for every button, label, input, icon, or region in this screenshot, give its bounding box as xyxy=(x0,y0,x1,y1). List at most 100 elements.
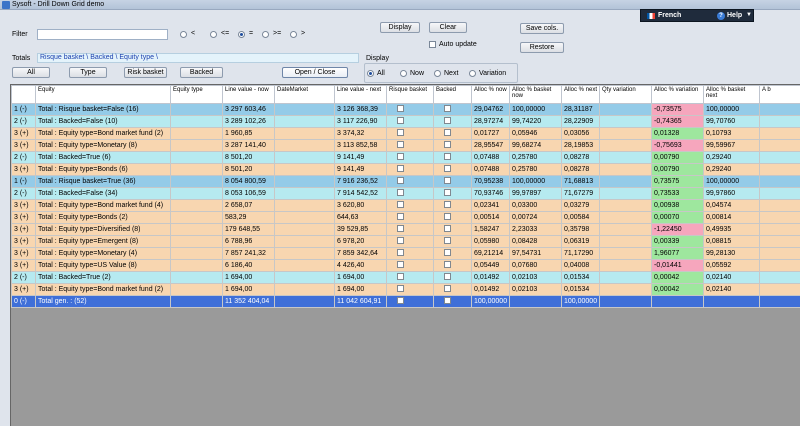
backed-checkbox-cell[interactable] xyxy=(433,283,472,296)
table-row[interactable]: 0 (-) Total gen. : (52) 11 352 404,04 11 04… xyxy=(11,295,800,308)
risk-basket-checkbox-cell[interactable] xyxy=(386,271,434,284)
backed-checkbox-cell[interactable] xyxy=(433,259,472,272)
risk-basket-checkbox-cell[interactable] xyxy=(386,127,434,140)
backed-checkbox-cell[interactable] xyxy=(433,175,472,188)
checkbox[interactable] xyxy=(397,177,404,185)
table-row[interactable]: 3 (+) Total : Equity type=Bonds (2) 583,29… xyxy=(11,211,800,224)
expand-toggle[interactable]: 3 (+) xyxy=(11,283,36,296)
checkbox[interactable] xyxy=(444,153,451,161)
backed-checkbox-cell[interactable] xyxy=(433,163,472,176)
expand-toggle[interactable]: 3 (+) xyxy=(11,139,36,152)
risk-basket-checkbox-cell[interactable] xyxy=(386,115,434,128)
backed-checkbox-cell[interactable] xyxy=(433,187,472,200)
display-variation-radio[interactable] xyxy=(469,70,476,77)
table-row[interactable]: 3 (+) Total : Equity type=Bond market fun… xyxy=(11,199,800,212)
table-row[interactable]: 2 (-) Total : Backed=True (2) 1 694,00 1 69… xyxy=(11,271,800,284)
column-header-6[interactable]: Risque basket xyxy=(386,85,434,104)
checkbox[interactable] xyxy=(397,285,404,293)
checkbox[interactable] xyxy=(444,201,451,209)
checkbox[interactable] xyxy=(397,165,404,173)
totals-field[interactable]: Risque basket \ Backed \ Equity type \ xyxy=(37,53,359,63)
expand-toggle[interactable]: 2 (-) xyxy=(11,271,36,284)
column-header-4[interactable]: DateMarket xyxy=(274,85,335,104)
table-row[interactable]: 3 (+) Total : Equity type=Monetary (4) 7 8… xyxy=(11,247,800,260)
checkbox[interactable] xyxy=(444,129,451,137)
risk-basket-button[interactable]: Risk basket xyxy=(124,67,167,78)
expand-toggle[interactable]: 2 (-) xyxy=(11,151,36,164)
checkbox[interactable] xyxy=(397,189,404,197)
checkbox[interactable] xyxy=(444,285,451,293)
display-button[interactable]: Display xyxy=(380,22,420,33)
expand-toggle[interactable]: 1 (-) xyxy=(11,175,36,188)
table-row[interactable]: 3 (+) Total : Equity type=Bond market fun… xyxy=(11,283,800,296)
checkbox[interactable] xyxy=(444,117,451,125)
expand-toggle[interactable]: 3 (+) xyxy=(11,259,36,272)
risk-basket-checkbox-cell[interactable] xyxy=(386,163,434,176)
expand-toggle[interactable]: 3 (+) xyxy=(11,127,36,140)
table-row[interactable]: 2 (-) Total : Backed=False (34) 8 053 106,… xyxy=(11,187,800,200)
checkbox[interactable] xyxy=(444,225,451,233)
table-row[interactable]: 2 (-) Total : Backed=True (6) 8 501,20 9 14… xyxy=(11,151,800,164)
checkbox[interactable] xyxy=(444,261,451,269)
checkbox[interactable] xyxy=(397,117,404,125)
risk-basket-checkbox-cell[interactable] xyxy=(386,295,434,308)
operator-eq-radio[interactable] xyxy=(238,31,245,38)
expand-toggle[interactable]: 3 (+) xyxy=(11,247,36,260)
column-header-0[interactable] xyxy=(11,85,36,104)
risk-basket-checkbox-cell[interactable] xyxy=(386,139,434,152)
column-header-1[interactable]: Equity xyxy=(35,85,171,104)
display-all-radio[interactable] xyxy=(367,70,374,77)
column-header-14[interactable]: A b xyxy=(759,85,800,104)
table-row[interactable]: 3 (+) Total : Equity type=Bonds (6) 8 501,… xyxy=(11,163,800,176)
table-row[interactable]: 1 (-) Total : Risque basket=True (36) 8 05… xyxy=(11,175,800,188)
table-row[interactable]: 3 (+) Total : Equity type=Monetary (8) 3 2… xyxy=(11,139,800,152)
chevron-down-icon[interactable]: ▼ xyxy=(746,12,752,18)
filter-input[interactable] xyxy=(37,29,168,40)
expand-toggle[interactable]: 3 (+) xyxy=(11,223,36,236)
operator-lt-radio[interactable] xyxy=(180,31,187,38)
backed-checkbox-cell[interactable] xyxy=(433,211,472,224)
backed-checkbox-cell[interactable] xyxy=(433,139,472,152)
type-button[interactable]: Type xyxy=(69,67,107,78)
backed-checkbox-cell[interactable] xyxy=(433,271,472,284)
checkbox[interactable] xyxy=(444,273,451,281)
backed-checkbox-cell[interactable] xyxy=(433,127,472,140)
expand-toggle[interactable]: 3 (+) xyxy=(11,235,36,248)
checkbox[interactable] xyxy=(444,297,451,305)
backed-checkbox-cell[interactable] xyxy=(433,223,472,236)
checkbox[interactable] xyxy=(444,141,451,149)
checkbox[interactable] xyxy=(397,153,404,161)
table-row[interactable]: 3 (+) Total : Equity type=Emergent (8) 6 7… xyxy=(11,235,800,248)
display-next-radio[interactable] xyxy=(434,70,441,77)
backed-checkbox-cell[interactable] xyxy=(433,103,472,116)
auto-update-checkbox[interactable] xyxy=(429,41,436,48)
checkbox[interactable] xyxy=(444,237,451,245)
checkbox[interactable] xyxy=(397,105,404,113)
expand-toggle[interactable]: 2 (-) xyxy=(11,187,36,200)
table-row[interactable]: 2 (-) Total : Backed=False (10) 3 289 102,… xyxy=(11,115,800,128)
risk-basket-checkbox-cell[interactable] xyxy=(386,235,434,248)
risk-basket-checkbox-cell[interactable] xyxy=(386,199,434,212)
risk-basket-checkbox-cell[interactable] xyxy=(386,151,434,164)
display-now-radio[interactable] xyxy=(400,70,407,77)
checkbox[interactable] xyxy=(444,249,451,257)
expand-toggle[interactable]: 3 (+) xyxy=(11,211,36,224)
help-button[interactable]: Help xyxy=(727,12,742,19)
help-icon[interactable]: ? xyxy=(717,12,725,20)
checkbox[interactable] xyxy=(444,105,451,113)
expand-toggle[interactable]: 1 (-) xyxy=(11,103,36,116)
checkbox[interactable] xyxy=(397,213,404,221)
expand-toggle[interactable]: 0 (-) xyxy=(11,295,36,308)
backed-checkbox-cell[interactable] xyxy=(433,115,472,128)
backed-checkbox-cell[interactable] xyxy=(433,295,472,308)
risk-basket-checkbox-cell[interactable] xyxy=(386,187,434,200)
column-header-7[interactable]: Backed xyxy=(433,85,472,104)
table-row[interactable]: 3 (+) Total : Equity type=Bond market fun… xyxy=(11,127,800,140)
checkbox[interactable] xyxy=(397,201,404,209)
column-header-11[interactable]: Qty variation xyxy=(599,85,652,104)
drill-down-grid[interactable]: Equity Equity type Line value - now DateMar… xyxy=(10,84,800,426)
operator-gt-radio[interactable] xyxy=(290,31,297,38)
table-row[interactable]: 1 (-) Total : Risque basket=False (16) 3 2… xyxy=(11,103,800,116)
risk-basket-checkbox-cell[interactable] xyxy=(386,103,434,116)
backed-checkbox-cell[interactable] xyxy=(433,199,472,212)
